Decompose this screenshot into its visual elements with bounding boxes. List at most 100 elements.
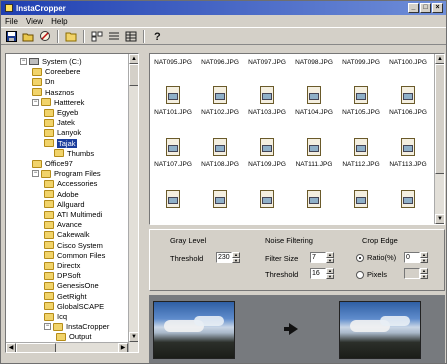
scroll-left-arrow-icon[interactable]: ◀ [6,343,16,352]
spin-down-icon[interactable]: ▼ [326,257,334,263]
tree-horizontal-scrollbar[interactable]: ◀ ▶ [6,342,128,352]
file-item[interactable] [152,182,194,224]
folder-icon [41,98,51,107]
image-file-icon [305,138,323,158]
tree-item-label: Cakewalk [57,230,90,240]
folder-tree[interactable]: − System (C:) Coreebere Dn Hasznos − Hattterek… [5,53,139,353]
file-item[interactable] [199,182,241,224]
radio-unselected-icon[interactable] [356,270,364,279]
scroll-thumb[interactable] [16,343,56,352]
file-item[interactable]: NAT105.JPG [340,78,382,122]
file-item[interactable]: NAT107.JPG [152,130,194,174]
spin-down-icon[interactable]: ▼ [420,257,428,263]
file-item[interactable]: NAT106.JPG [387,78,429,122]
tree-item-label: Jatek [57,118,75,128]
collapse-icon[interactable]: − [32,170,39,178]
image-file-icon [211,138,229,158]
file-item[interactable]: NAT101.JPG [152,78,194,122]
pixels-value[interactable] [404,268,420,279]
close-button[interactable]: × [432,3,443,13]
file-item[interactable]: NAT113.JPG [387,130,429,174]
grid-view-icon[interactable] [124,29,138,43]
filter-size-value[interactable]: 7 [310,252,326,263]
collapse-icon[interactable]: − [32,98,39,106]
file-item[interactable] [340,182,382,224]
tree-item-label: Hasznos [45,87,75,97]
scroll-down-arrow-icon[interactable]: ▼ [129,332,138,342]
scroll-up-arrow-icon[interactable]: ▲ [129,54,138,64]
spin-down-icon[interactable]: ▼ [420,273,428,279]
tree-item-label: Directx [57,261,81,270]
folder-icon [32,159,42,168]
folder-icon [44,251,54,260]
collapse-icon[interactable]: − [20,58,27,65]
tree-item-label: Dn [45,77,55,87]
file-name: NAT102.JPG [201,109,239,116]
folder-icon [44,312,54,321]
file-item[interactable]: NAT111.JPG [293,130,335,174]
noise-threshold-value[interactable]: 16 [310,268,326,279]
tree-vertical-scrollbar[interactable]: ▲ ▼ [128,54,138,352]
file-name: NAT098.JPG [295,59,333,66]
details-view-icon[interactable] [90,29,104,43]
scroll-thumb[interactable] [129,64,138,86]
collapse-icon[interactable]: − [44,323,51,331]
file-item[interactable]: NAT109.JPG [246,130,288,174]
file-item[interactable]: NAT112.JPG [340,130,382,174]
minimize-button[interactable]: _ [408,3,419,13]
scroll-down-arrow-icon[interactable]: ▼ [435,214,444,224]
spin-down-icon[interactable]: ▼ [326,273,334,279]
menu-file[interactable]: File [5,17,18,26]
tree-item-label: Icq [57,312,68,321]
radio-selected-icon[interactable] [356,253,364,262]
list-view-icon[interactable] [107,29,121,43]
folder-icon [44,292,54,301]
gray-threshold-value[interactable]: 230 [216,252,232,263]
crop-icon[interactable] [38,29,52,43]
tree-item-label: Coreebere [45,67,81,77]
crop-edge-title: Crop Edge [362,236,398,245]
help-icon[interactable]: ? [150,29,164,43]
folder-icon[interactable] [64,29,78,43]
pixels-radio[interactable]: Pixels [356,270,387,279]
file-grid[interactable]: NAT095.JPG NAT096.JPG NAT097.JPG NAT098.JPG… [149,53,445,225]
folder-icon [44,118,54,127]
maximize-button[interactable]: □ [420,3,431,13]
ratio-value[interactable]: 0 [404,252,420,263]
file-item[interactable] [387,182,429,224]
spin-down-icon[interactable]: ▼ [232,257,240,263]
menu-help[interactable]: Help [51,17,67,26]
noise-threshold-stepper[interactable]: 16 ▲ ▼ [310,268,334,279]
gray-threshold-stepper[interactable]: 230 ▲ ▼ [216,252,240,263]
toolbar-separator [143,29,145,43]
file-item[interactable]: NAT102.JPG [199,78,241,122]
file-name: NAT096.JPG [201,59,239,66]
file-item[interactable]: NAT103.JPG [246,78,288,122]
menu-view[interactable]: View [26,17,43,26]
file-item[interactable]: NAT108.JPG [199,130,241,174]
ratio-radio[interactable]: Ratio(%) [356,253,396,262]
scroll-right-arrow-icon[interactable]: ▶ [118,343,128,352]
save-icon[interactable] [4,29,18,43]
filter-size-stepper[interactable]: 7 ▲ ▼ [310,252,334,263]
file-item[interactable] [293,182,335,224]
file-item[interactable]: NAT104.JPG [293,78,335,122]
folder-icon [53,322,63,331]
image-file-icon [305,86,323,106]
scroll-up-arrow-icon[interactable]: ▲ [435,54,444,64]
tree-item-label: GetRight [57,291,87,301]
open-icon[interactable] [21,29,35,43]
file-item[interactable] [246,182,288,224]
files-vertical-scrollbar[interactable]: ▲ ▼ [434,54,444,224]
gray-threshold-label: Threshold [170,254,204,263]
scroll-thumb[interactable] [435,64,444,174]
folder-icon [44,190,54,199]
file-name: NAT104.JPG [295,109,333,116]
tree-item-label: Thumbs [67,148,95,158]
pixels-stepper[interactable]: ▲ ▼ [404,268,428,279]
tree-item-label: Common Files [57,250,106,260]
file-name: NAT107.JPG [154,161,192,168]
ratio-stepper[interactable]: 0 ▲ ▼ [404,252,428,263]
file-name: NAT097.JPG [248,59,286,66]
image-file-icon [211,86,229,106]
